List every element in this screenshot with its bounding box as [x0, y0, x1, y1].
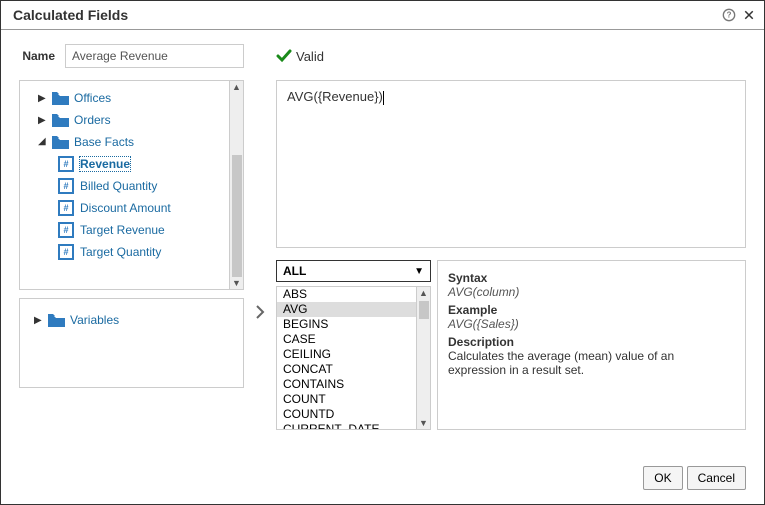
check-icon: [276, 48, 292, 64]
expand-icon[interactable]: ▶: [38, 115, 48, 126]
folder-icon: [52, 92, 69, 105]
func-item-case[interactable]: CASE: [277, 332, 430, 347]
chevron-down-icon: ▼: [414, 266, 424, 277]
collapse-icon[interactable]: ◢: [38, 136, 48, 147]
tree-item-orders[interactable]: ▶ Orders: [24, 109, 239, 131]
right-column: Valid AVG({Revenue}) ALL ▼ ABS AVG BEGIN…: [276, 44, 746, 450]
scroll-thumb[interactable]: [232, 155, 242, 277]
func-item-abs[interactable]: ABS: [277, 287, 430, 302]
func-item-ceiling[interactable]: CEILING: [277, 347, 430, 362]
dialog-footer: OK Cancel: [643, 466, 746, 490]
func-item-begins[interactable]: BEGINS: [277, 317, 430, 332]
dialog-body: Name ▶ Offices ▶ Orders: [1, 30, 764, 450]
syntax-heading: Syntax: [448, 271, 735, 285]
cancel-button[interactable]: Cancel: [687, 466, 746, 490]
folder-icon: [52, 136, 69, 149]
function-column: ALL ▼ ABS AVG BEGINS CASE CEILING CONCAT…: [276, 260, 431, 430]
tree-item-target-revenue[interactable]: # Target Revenue: [24, 219, 239, 241]
ok-button[interactable]: OK: [643, 466, 682, 490]
scroll-up-icon[interactable]: ▲: [232, 81, 241, 93]
tree-item-billed-quantity[interactable]: # Billed Quantity: [24, 175, 239, 197]
number-icon: #: [58, 178, 74, 194]
scrollbar[interactable]: ▲ ▼: [229, 81, 243, 289]
description-value: Calculates the average (mean) value of a…: [448, 349, 735, 377]
title-bar: Calculated Fields ?: [1, 1, 764, 30]
tree-item-revenue[interactable]: # Revenue: [24, 153, 239, 175]
tree-label: Offices: [74, 91, 111, 105]
left-column: Name ▶ Offices ▶ Orders: [19, 44, 244, 450]
scrollbar[interactable]: ▲ ▼: [416, 287, 430, 429]
move-right-icon[interactable]: [252, 304, 268, 320]
function-filter-select[interactable]: ALL ▼: [276, 260, 431, 282]
tree-label: Base Facts: [74, 135, 134, 149]
number-icon: #: [58, 244, 74, 260]
scroll-thumb[interactable]: [419, 301, 429, 319]
tree-label: Orders: [74, 113, 111, 127]
formula-text: AVG({Revenue}): [287, 89, 384, 104]
svg-text:?: ?: [727, 11, 732, 20]
valid-label: Valid: [296, 49, 324, 64]
name-input[interactable]: [65, 44, 244, 68]
close-icon[interactable]: [742, 8, 756, 22]
formula-input[interactable]: AVG({Revenue}): [276, 80, 746, 248]
tree-item-offices[interactable]: ▶ Offices: [24, 87, 239, 109]
scroll-down-icon[interactable]: ▼: [232, 277, 241, 289]
tree-label: Variables: [70, 313, 119, 327]
expand-icon[interactable]: ▶: [38, 93, 48, 104]
calculated-fields-dialog: Calculated Fields ? Name ▶ Offices: [0, 0, 765, 505]
scroll-up-icon[interactable]: ▲: [419, 287, 428, 299]
tree-item-discount-amount[interactable]: # Discount Amount: [24, 197, 239, 219]
description-heading: Description: [448, 335, 735, 349]
func-item-countd[interactable]: COUNTD: [277, 407, 430, 422]
function-list[interactable]: ABS AVG BEGINS CASE CEILING CONCAT CONTA…: [276, 286, 431, 430]
fields-tree: ▶ Offices ▶ Orders ◢ Base Facts: [20, 81, 243, 269]
dialog-title: Calculated Fields: [13, 7, 716, 23]
func-item-avg[interactable]: AVG: [277, 302, 430, 317]
tree-label: Target Revenue: [80, 223, 165, 237]
func-item-concat[interactable]: CONCAT: [277, 362, 430, 377]
func-item-current-date[interactable]: CURRENT_DATE: [277, 422, 430, 430]
number-icon: #: [58, 156, 74, 172]
fields-tree-panel: ▶ Offices ▶ Orders ◢ Base Facts: [19, 80, 244, 290]
tree-label: Target Quantity: [80, 245, 161, 259]
lower-panels: ALL ▼ ABS AVG BEGINS CASE CEILING CONCAT…: [276, 260, 746, 430]
tree-label: Discount Amount: [80, 201, 171, 215]
tree-label: Billed Quantity: [80, 179, 157, 193]
scroll-down-icon[interactable]: ▼: [419, 417, 428, 429]
name-row: Name: [19, 44, 244, 68]
example-value: AVG({Sales}): [448, 317, 735, 331]
name-label: Name: [19, 49, 65, 63]
function-doc-panel: Syntax AVG(column) Example AVG({Sales}) …: [437, 260, 746, 430]
variables-panel: ▶ Variables: [19, 298, 244, 388]
number-icon: #: [58, 200, 74, 216]
expand-icon[interactable]: ▶: [34, 315, 44, 326]
func-item-contains[interactable]: CONTAINS: [277, 377, 430, 392]
func-item-count[interactable]: COUNT: [277, 392, 430, 407]
tree-item-variables[interactable]: ▶ Variables: [30, 309, 233, 331]
move-column: [244, 44, 276, 450]
tree-item-base-facts[interactable]: ◢ Base Facts: [24, 131, 239, 153]
filter-value: ALL: [283, 264, 306, 278]
example-heading: Example: [448, 303, 735, 317]
number-icon: #: [58, 222, 74, 238]
valid-indicator: Valid: [276, 44, 746, 68]
folder-icon: [48, 314, 65, 327]
help-icon[interactable]: ?: [722, 8, 736, 22]
syntax-value: AVG(column): [448, 285, 735, 299]
tree-item-target-quantity[interactable]: # Target Quantity: [24, 241, 239, 263]
tree-label: Revenue: [80, 157, 130, 171]
folder-icon: [52, 114, 69, 127]
